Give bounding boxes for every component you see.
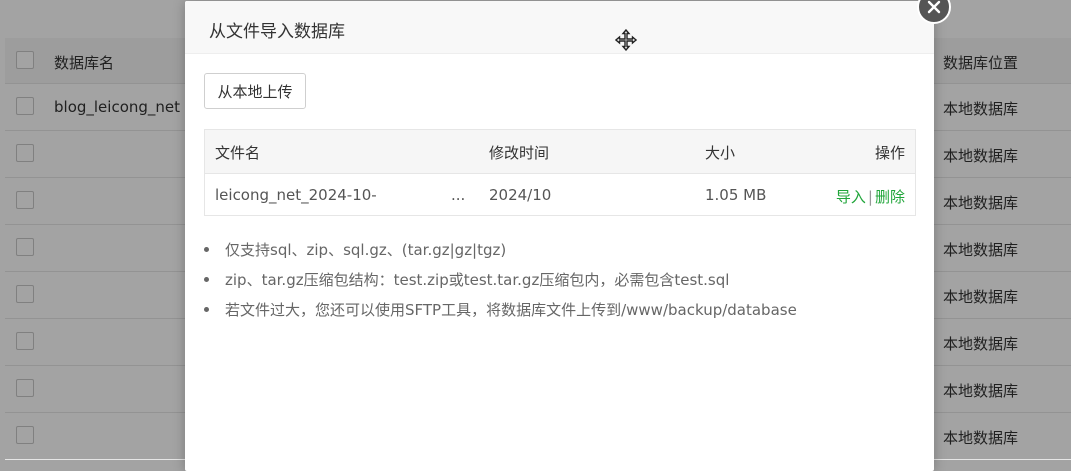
header-size: 大小 [705, 144, 736, 162]
file-name: leicong_net_2024-10- [215, 186, 377, 204]
dialog-header[interactable]: 从文件导入数据库 [185, 1, 934, 54]
list-item: zip、tar.gz压缩包结构：test.zip或test.tar.gz压缩包内… [204, 269, 797, 299]
import-database-dialog: 从文件导入数据库 从本地上传 文件名 修改时间 大小 操作 leicong_ne… [185, 1, 934, 471]
file-name-ellipsis: ... [451, 186, 466, 204]
import-link[interactable]: 导入 [836, 188, 866, 206]
file-table-header: 文件名 修改时间 大小 操作 [205, 130, 915, 174]
dialog-title: 从文件导入数据库 [209, 22, 345, 42]
help-notes: 仅支持sql、zip、sql.gz、(tar.gz|gz|tgz) zip、ta… [204, 239, 797, 329]
close-icon [927, 0, 941, 14]
file-size: 1.05 MB [705, 186, 767, 204]
table-row: leicong_net_2024-10- ... 2024/10 1.05 MB… [205, 174, 915, 216]
list-item: 若文件过大，您还可以使用SFTP工具，将数据库文件上传到/www/backup/… [204, 299, 797, 329]
list-item: 仅支持sql、zip、sql.gz、(tar.gz|gz|tgz) [204, 239, 797, 269]
move-icon [614, 28, 638, 54]
file-actions: 导入 | 删除 [836, 186, 905, 207]
file-table: 文件名 修改时间 大小 操作 leicong_net_2024-10- ... … [204, 129, 916, 216]
action-separator: | [867, 188, 873, 206]
header-actions: 操作 [874, 144, 905, 162]
header-modified: 修改时间 [489, 144, 550, 162]
header-filename: 文件名 [215, 144, 261, 162]
file-modified-time: 2024/10 [489, 186, 552, 204]
delete-link[interactable]: 删除 [875, 188, 905, 206]
upload-local-button[interactable]: 从本地上传 [204, 73, 306, 109]
